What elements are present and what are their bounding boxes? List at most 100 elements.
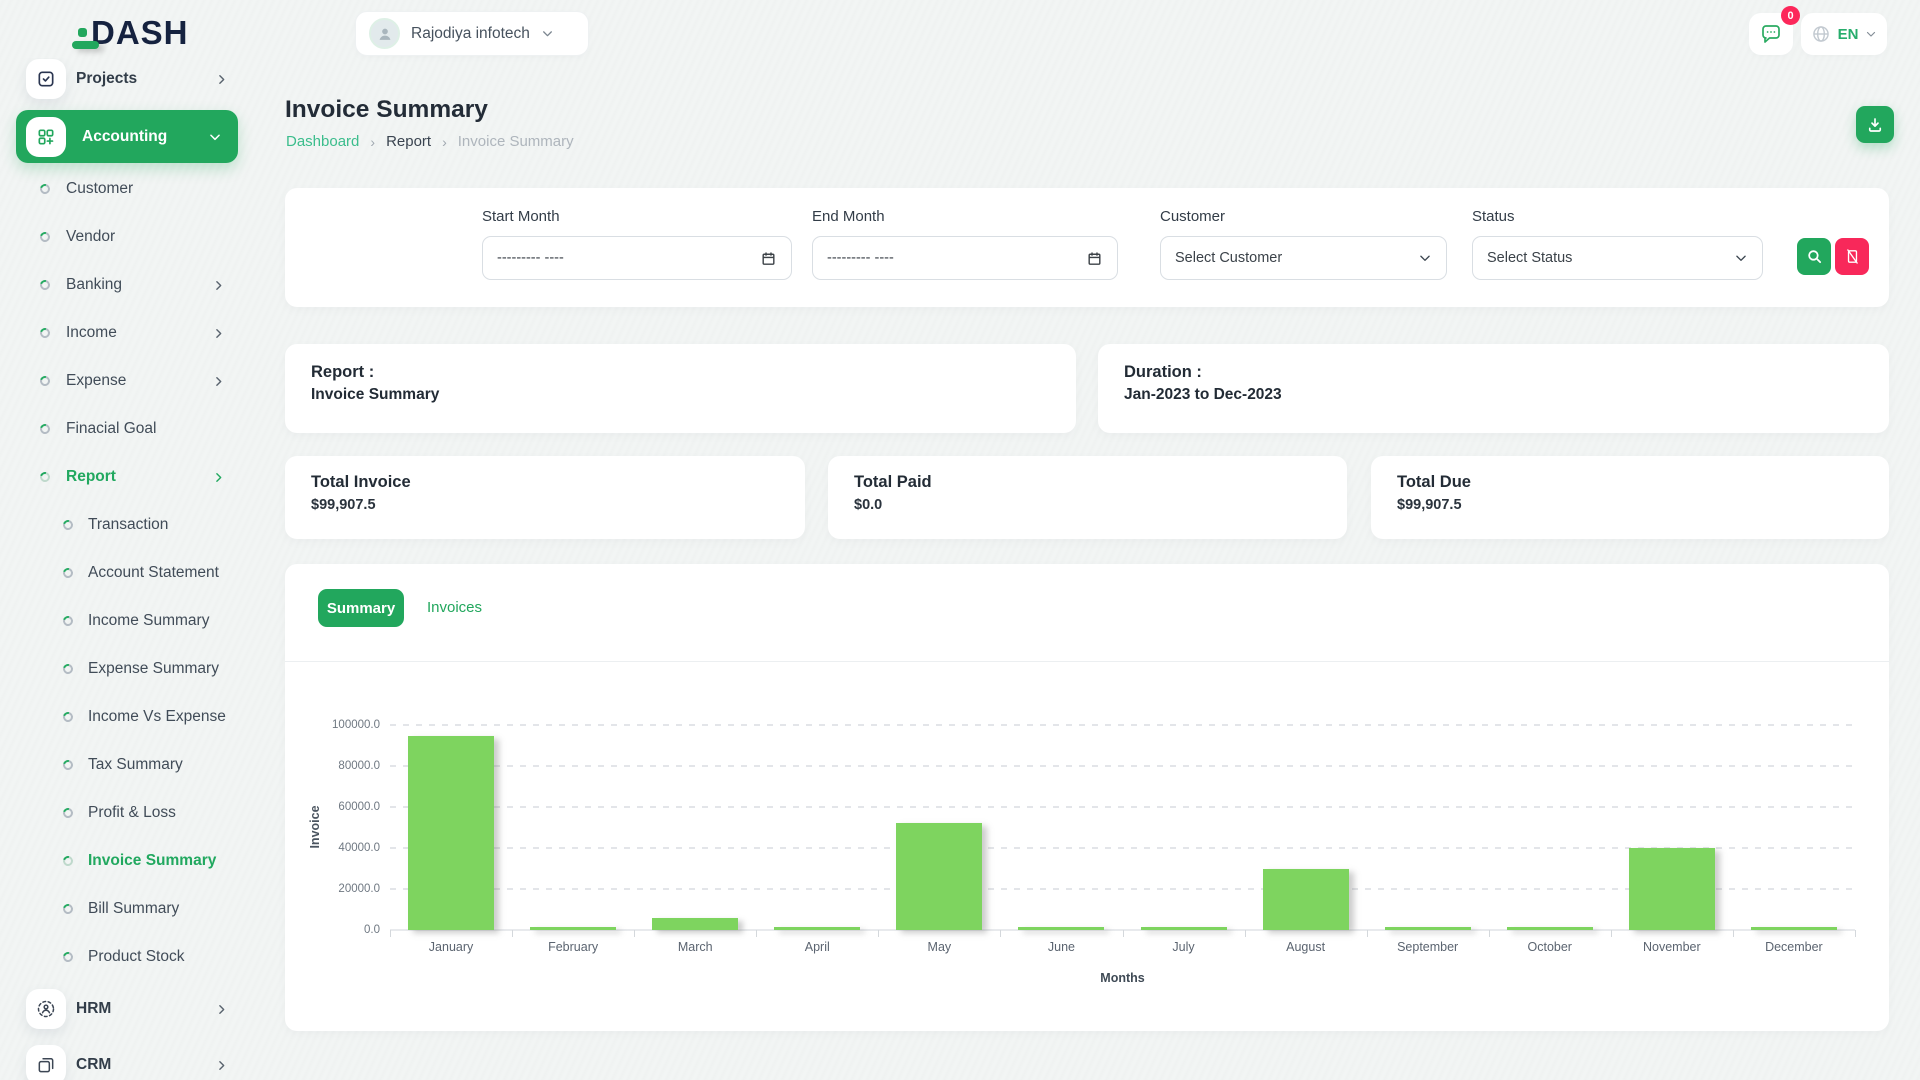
sidebar-item-accounting[interactable]: Accounting bbox=[16, 110, 238, 163]
app-logo[interactable]: DASH bbox=[78, 16, 189, 49]
bar-july bbox=[1141, 927, 1227, 930]
breadcrumb-dashboard[interactable]: Dashboard bbox=[286, 133, 359, 150]
page-title: Invoice Summary bbox=[285, 96, 488, 124]
start-month-label: Start Month bbox=[482, 208, 560, 225]
sidebar-item-income[interactable]: Income bbox=[0, 309, 258, 357]
clear-filter-icon bbox=[1844, 248, 1861, 265]
bar-january bbox=[408, 736, 494, 930]
sidebar-item-income-vs-expense[interactable]: Income Vs Expense bbox=[0, 693, 258, 741]
sidebar-item-report[interactable]: Report bbox=[0, 453, 258, 501]
sidebar-item-invoice-summary[interactable]: Invoice Summary bbox=[0, 837, 258, 885]
chevron-down-icon bbox=[1734, 251, 1748, 265]
bar-august bbox=[1263, 869, 1349, 931]
bar-november bbox=[1629, 848, 1715, 930]
x-tick-label-january: January bbox=[390, 940, 512, 954]
tasks-icon bbox=[26, 59, 66, 99]
total-invoice-value: $99,907.5 bbox=[311, 497, 376, 513]
x-tick-label-december: December bbox=[1733, 940, 1855, 954]
y-tick-label: 80000.0 bbox=[338, 760, 380, 772]
start-month-value: --------- ---- bbox=[497, 250, 564, 266]
customer-select[interactable]: Select Customer bbox=[1160, 236, 1447, 280]
sidebar-item-vendor[interactable]: Vendor bbox=[0, 213, 258, 261]
bullet-icon bbox=[61, 950, 75, 964]
chevron-right-icon bbox=[212, 375, 225, 388]
apply-filter-button[interactable] bbox=[1797, 238, 1831, 275]
chevron-down-icon bbox=[541, 27, 554, 40]
divider bbox=[285, 661, 1889, 662]
chart-x-axis-title: Months bbox=[390, 971, 1855, 985]
sidebar-item-transaction[interactable]: Transaction bbox=[0, 501, 258, 549]
tab-invoices[interactable]: Invoices bbox=[427, 599, 482, 616]
status-select[interactable]: Select Status bbox=[1472, 236, 1763, 280]
x-axis-tick bbox=[1367, 930, 1368, 937]
search-icon bbox=[1806, 248, 1823, 265]
sidebar-item-customer[interactable]: Customer bbox=[0, 165, 258, 213]
x-axis-tick bbox=[756, 930, 757, 937]
status-value: Select Status bbox=[1487, 250, 1572, 266]
bullet-icon bbox=[38, 422, 52, 436]
chevron-down-icon bbox=[1418, 251, 1432, 265]
duration-label: Duration : bbox=[1124, 363, 1202, 382]
y-tick-label: 40000.0 bbox=[338, 842, 380, 854]
reset-filter-button[interactable] bbox=[1835, 238, 1869, 275]
x-axis-tick bbox=[1855, 930, 1856, 937]
x-axis-tick bbox=[1000, 930, 1001, 937]
calendar-icon bbox=[1086, 250, 1103, 267]
bar-march bbox=[652, 918, 738, 930]
total-invoice-label: Total Invoice bbox=[311, 473, 411, 492]
start-month-input[interactable]: --------- ---- bbox=[482, 236, 792, 280]
bullet-icon bbox=[61, 662, 75, 676]
app-root: DASH Rajodiya infotech 0 EN Projects Acco… bbox=[0, 0, 1920, 1080]
x-tick-label-june: June bbox=[1000, 940, 1122, 954]
gridline bbox=[390, 765, 1855, 767]
x-tick-label-november: November bbox=[1611, 940, 1733, 954]
bar-october bbox=[1507, 927, 1593, 930]
breadcrumb-separator-icon: › bbox=[370, 134, 375, 150]
download-button[interactable] bbox=[1856, 106, 1894, 143]
total-due-card: Total Due $99,907.5 bbox=[1371, 456, 1889, 539]
report-value: Invoice Summary bbox=[311, 386, 439, 404]
sidebar-item-projects[interactable]: Projects bbox=[0, 58, 258, 103]
logo-dot-icon bbox=[78, 28, 87, 37]
x-axis-tick bbox=[390, 930, 391, 937]
end-month-input[interactable]: --------- ---- bbox=[812, 236, 1118, 280]
sidebar-item-expense[interactable]: Expense bbox=[0, 357, 258, 405]
sidebar-item-expense-summary[interactable]: Expense Summary bbox=[0, 645, 258, 693]
crm-icon bbox=[26, 1045, 66, 1080]
breadcrumb-report[interactable]: Report bbox=[386, 133, 431, 150]
language-selector[interactable]: EN bbox=[1801, 13, 1887, 55]
tab-summary[interactable]: Summary bbox=[318, 589, 404, 627]
sidebar: ProjectsAccountingCustomerVendorBankingI… bbox=[0, 58, 258, 1080]
messages-badge: 0 bbox=[1781, 6, 1800, 25]
sidebar-item-product-stock[interactable]: Product Stock bbox=[0, 933, 258, 981]
filter-card: Start Month --------- ---- End Month ---… bbox=[285, 188, 1889, 307]
chart-y-axis-title: Invoice bbox=[308, 805, 322, 848]
company-switcher[interactable]: Rajodiya infotech bbox=[355, 11, 589, 56]
sidebar-item-banking[interactable]: Banking bbox=[0, 261, 258, 309]
sidebar-item-profit-loss[interactable]: Profit & Loss bbox=[0, 789, 258, 837]
status-label: Status bbox=[1472, 208, 1515, 225]
person-icon bbox=[375, 24, 395, 44]
sidebar-item-tax-summary[interactable]: Tax Summary bbox=[0, 741, 258, 789]
total-invoice-card: Total Invoice $99,907.5 bbox=[285, 456, 805, 539]
messages-button[interactable]: 0 bbox=[1749, 13, 1793, 55]
sidebar-item-crm[interactable]: CRM bbox=[0, 1037, 258, 1080]
x-tick-label-august: August bbox=[1245, 940, 1367, 954]
sidebar-item-income-summary[interactable]: Income Summary bbox=[0, 597, 258, 645]
download-icon bbox=[1866, 116, 1884, 134]
chevron-right-icon bbox=[215, 73, 228, 86]
calendar-icon bbox=[760, 250, 777, 267]
sidebar-item-bill-summary[interactable]: Bill Summary bbox=[0, 885, 258, 933]
sidebar-item-hrm[interactable]: HRM bbox=[0, 981, 258, 1037]
bullet-icon bbox=[61, 710, 75, 724]
x-tick-label-february: February bbox=[512, 940, 634, 954]
bullet-icon bbox=[38, 182, 52, 196]
chevron-right-icon bbox=[212, 471, 225, 484]
bullet-icon bbox=[61, 806, 75, 820]
sidebar-item-finacial-goal[interactable]: Finacial Goal bbox=[0, 405, 258, 453]
breadcrumb: Dashboard › Report › Invoice Summary bbox=[286, 133, 574, 150]
bullet-icon bbox=[61, 566, 75, 580]
sidebar-item-account-statement[interactable]: Account Statement bbox=[0, 549, 258, 597]
customer-label: Customer bbox=[1160, 208, 1225, 225]
bullet-icon bbox=[38, 374, 52, 388]
